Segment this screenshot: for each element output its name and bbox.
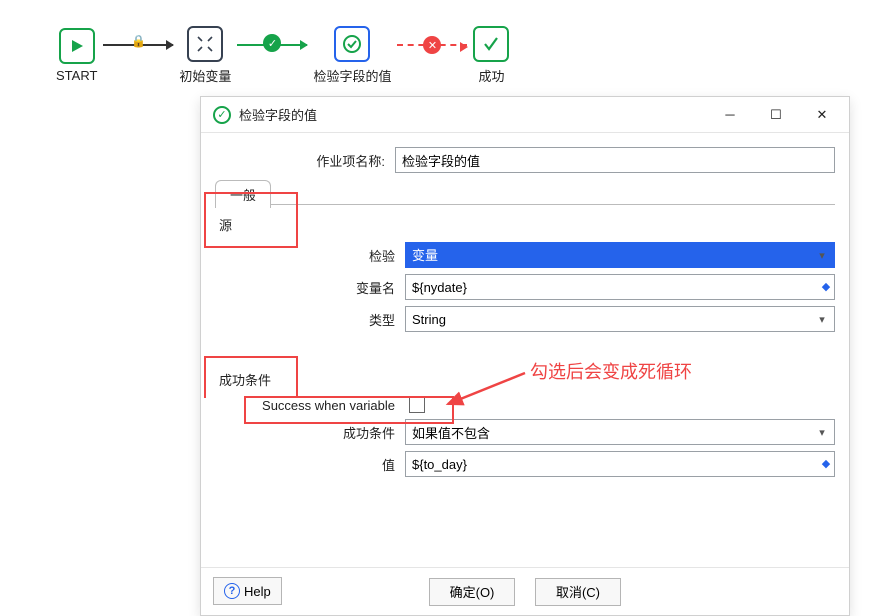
cancel-button[interactable]: 取消(C): [535, 578, 621, 606]
check-combo[interactable]: 变量: [405, 242, 835, 268]
help-icon: ?: [224, 583, 240, 599]
check-circle-icon: ✓: [213, 106, 231, 124]
maximize-button[interactable]: ☐: [753, 99, 799, 131]
type-label: 类型: [215, 310, 405, 329]
section-conditions-label: 成功条件: [219, 370, 835, 389]
workflow-canvas: START 🔒 初始变量 ✓ 检验字段的值 ✕ 成功: [56, 26, 509, 85]
node-init-vars[interactable]: 初始变量: [179, 26, 231, 85]
tab-strip: 一般: [215, 179, 835, 205]
tab-general[interactable]: 一般: [215, 180, 271, 208]
error-badge-icon: ✕: [423, 36, 441, 54]
cond-label: 成功条件: [215, 423, 405, 442]
titlebar: ✓ 检验字段的值 ─ ☐ ✕: [201, 97, 849, 133]
edge-icon: ✕: [397, 44, 467, 46]
node-init-label: 初始变量: [179, 66, 231, 85]
help-button[interactable]: ? Help: [213, 577, 282, 605]
node-check-field[interactable]: 检验字段的值: [313, 26, 391, 85]
check-label: 检验: [215, 246, 405, 265]
value-input[interactable]: [405, 451, 835, 477]
minimize-button[interactable]: ─: [707, 99, 753, 131]
dialog-check-field-value: ✓ 检验字段的值 ─ ☐ ✕ 作业项名称: 一般 源 检验 变量 ▾ 变量名: [200, 96, 850, 616]
edge-icon: ✓: [237, 44, 307, 46]
close-button[interactable]: ✕: [799, 99, 845, 131]
job-name-label: 作业项名称:: [215, 151, 395, 170]
job-name-input[interactable]: [395, 147, 835, 173]
button-bar: ? Help 确定(O) 取消(C): [201, 567, 849, 615]
help-label: Help: [244, 584, 271, 599]
ok-button[interactable]: 确定(O): [429, 578, 515, 606]
success-when-label: Success when variable: [215, 398, 405, 413]
node-success[interactable]: 成功: [473, 26, 509, 85]
section-source-label: 源: [219, 215, 835, 234]
variable-picker-icon[interactable]: ◆: [819, 456, 833, 470]
lock-icon: 🔒: [131, 34, 145, 48]
type-combo[interactable]: [405, 306, 835, 332]
node-success-label: 成功: [478, 66, 504, 85]
node-start[interactable]: START: [56, 28, 97, 83]
dialog-title: 检验字段的值: [239, 105, 317, 124]
node-start-label: START: [56, 68, 97, 83]
variable-picker-icon[interactable]: ◆: [819, 279, 833, 293]
cond-combo[interactable]: [405, 419, 835, 445]
var-name-label: 变量名: [215, 278, 405, 297]
node-check-label: 检验字段的值: [313, 66, 391, 85]
value-label: 值: [215, 455, 405, 474]
edge-icon: 🔒: [103, 44, 173, 46]
var-name-input[interactable]: [405, 274, 835, 300]
success-when-checkbox[interactable]: [409, 397, 425, 413]
play-icon: [59, 28, 95, 64]
checkmark-icon: [473, 26, 509, 62]
success-badge-icon: ✓: [263, 34, 281, 52]
check-circle-icon: [334, 26, 370, 62]
converge-icon: [187, 26, 223, 62]
